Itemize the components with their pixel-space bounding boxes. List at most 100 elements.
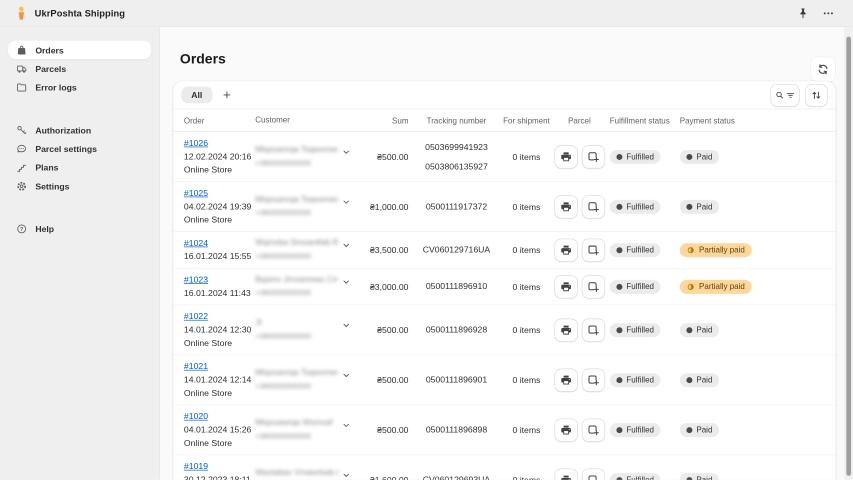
order-link[interactable]: #1020 [184, 411, 208, 421]
search-and-filter-button[interactable] [770, 84, 799, 107]
column-header: Parcel [552, 116, 606, 125]
tracking-number: CV060129716UA [413, 243, 501, 256]
add-parcel-icon [587, 324, 600, 337]
chevron-down-icon[interactable] [341, 321, 351, 331]
table-row: #1023 16.01.2024 11:43 Bqamv Jmxanreau C… [173, 269, 835, 306]
fulfillment-status-badge: Fulfilled [610, 373, 661, 387]
chevron-down-icon[interactable] [341, 371, 351, 381]
sidebar-group: Authorization Parcel settings Plans Sett… [8, 121, 151, 196]
print-label-button[interactable] [554, 318, 577, 341]
customer-cell: Wqmxba Smxantfab Rm... +380000000000 [255, 237, 355, 264]
payment-status-badge: Paid [680, 423, 719, 437]
create-parcel-button[interactable] [581, 468, 604, 480]
table-row: #1024 16.01.2024 15:55 Wqmxba Smxantfab … [173, 232, 835, 269]
order-date: 04.01.2024 15:26 [184, 423, 255, 436]
order-sum: ₴500.00 [355, 375, 412, 385]
order-link[interactable]: #1022 [184, 311, 208, 321]
orders-card: All OrderCustomerSumTracking num [173, 81, 835, 480]
order-sum: ₴3,000.00 [355, 282, 412, 292]
customer-name-redacted: Mtqxsanrqa Tsqwxmeou... [255, 143, 338, 156]
add-parcel-icon [587, 200, 600, 213]
fulfillment-status-badge: Fulfilled [610, 243, 661, 257]
order-sum: ₴500.00 [355, 425, 412, 435]
sort-button[interactable] [805, 84, 828, 107]
chevron-down-icon[interactable] [341, 277, 351, 287]
more-actions-button[interactable] [818, 3, 838, 23]
create-parcel-button[interactable] [581, 318, 604, 341]
print-label-button[interactable] [554, 368, 577, 391]
print-label-button[interactable] [554, 195, 577, 218]
customer-cell: Mtqxsanrqa Tsqwxmeou... +380000000000 [255, 193, 355, 220]
payment-status-badge: Paid [680, 200, 719, 214]
order-sum: ₴3,500.00 [355, 245, 412, 255]
customer-name-redacted: Jt [255, 317, 338, 330]
page-title: Orders [180, 51, 226, 67]
create-parcel-button[interactable] [581, 145, 604, 168]
tracking-number: 05036999419230503806135927 [413, 140, 501, 173]
create-parcel-button[interactable] [581, 195, 604, 218]
order-date: 16.01.2024 15:55 [184, 250, 255, 263]
payment-status-badge: Paid [680, 373, 719, 387]
order-link[interactable]: #1024 [184, 238, 208, 248]
sidebar-item-authorization[interactable]: Authorization [8, 121, 151, 140]
sidebar-item-settings[interactable]: Settings [8, 177, 151, 196]
sidebar-item-orders[interactable]: Orders [8, 41, 151, 60]
print-label-button[interactable] [554, 275, 577, 298]
create-parcel-button[interactable] [581, 418, 604, 441]
gear-icon [16, 180, 27, 191]
sidebar-item-help[interactable]: Help [8, 219, 151, 238]
app-window: UkrPoshta Shipping Orders Parcels Error … [0, 0, 853, 480]
print-label-button[interactable] [554, 468, 577, 480]
payment-status-badge: Paid [680, 323, 719, 337]
chevron-down-icon[interactable] [341, 421, 351, 431]
customer-name-redacted: Bqamv Jmxanreau Cmw... [255, 273, 338, 286]
order-link[interactable]: #1021 [184, 361, 208, 371]
customer-name-redacted: Mtqxsanrqa Tsqwxmeou... [255, 193, 338, 206]
refresh-button[interactable] [810, 57, 835, 82]
tab-all[interactable]: All [181, 87, 212, 104]
sidebar-item-parcels[interactable]: Parcels [8, 59, 151, 78]
ellipsis-icon [822, 7, 834, 19]
chevron-down-icon[interactable] [341, 241, 351, 251]
print-label-button[interactable] [554, 145, 577, 168]
create-parcel-button[interactable] [581, 238, 604, 261]
order-link[interactable]: #1019 [184, 461, 208, 471]
order-channel: Online Store [184, 213, 255, 226]
chevron-down-icon[interactable] [341, 197, 351, 207]
customer-name-redacted: Waxtabav Vmawrbab Rm... [255, 466, 338, 479]
column-header: Fulfillment status [606, 116, 674, 125]
sidebar-item-plans[interactable]: Plans [8, 158, 151, 177]
chevron-down-icon[interactable] [341, 147, 351, 157]
search-icon [775, 90, 785, 101]
order-link[interactable]: #1023 [184, 275, 208, 285]
create-parcel-button[interactable] [581, 275, 604, 298]
order-sum: ₴1,600.00 [355, 475, 412, 480]
add-parcel-icon [587, 150, 600, 163]
column-header: Payment status [674, 116, 835, 125]
tracking-number: 0500111896898 [413, 423, 501, 436]
order-channel: Online Store [184, 163, 255, 176]
order-link[interactable]: #1026 [184, 138, 208, 148]
order-link[interactable]: #1025 [184, 188, 208, 198]
complete-dot-icon [686, 377, 692, 383]
create-parcel-button[interactable] [581, 368, 604, 391]
print-label-button[interactable] [554, 418, 577, 441]
tracking-number: 0500111896928 [413, 323, 501, 336]
add-view-button[interactable] [218, 86, 237, 105]
pin-app-button[interactable] [793, 3, 813, 23]
order-date: 14.01.2024 12:30 [184, 323, 255, 336]
print-label-button[interactable] [554, 238, 577, 261]
orders-icon [16, 44, 27, 55]
add-parcel-icon [587, 424, 600, 437]
order-date: 30.12.2023 18:11 [184, 473, 255, 480]
sidebar-item-error-logs[interactable]: Error logs [8, 78, 151, 97]
for-shipment-count: 0 items [500, 202, 552, 212]
printer-icon [559, 374, 572, 387]
chevron-down-icon[interactable] [341, 470, 351, 479]
tracking-number: 0500111896901 [413, 373, 501, 386]
for-shipment-count: 0 items [500, 282, 552, 292]
app-title: UkrPoshta Shipping [35, 8, 125, 19]
scrollbar-thumb[interactable] [846, 37, 851, 476]
sidebar-item-parcel-settings[interactable]: Parcel settings [8, 139, 151, 158]
filter-icon [785, 90, 795, 101]
